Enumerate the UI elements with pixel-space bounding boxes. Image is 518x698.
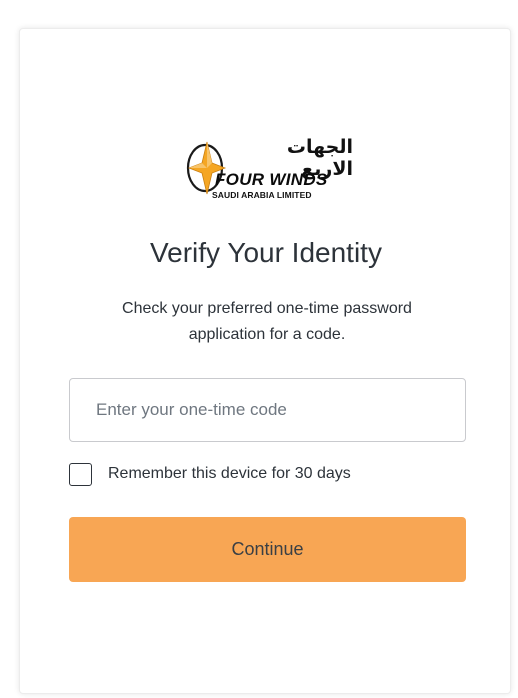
- continue-button[interactable]: Continue: [69, 517, 466, 582]
- page-description: Check your preferred one-time password a…: [122, 300, 412, 343]
- remember-device-option[interactable]: Remember this device for 30 days: [69, 461, 351, 487]
- company-logo: الجهات الاربع FOUR WINDS SAUDI ARABIA LI…: [185, 132, 355, 204]
- login-card: [19, 28, 511, 694]
- page: الجهات الاربع FOUR WINDS SAUDI ARABIA LI…: [0, 0, 518, 698]
- logo-brand-text: FOUR WINDS: [215, 170, 328, 189]
- remember-device-checkbox[interactable]: [69, 462, 92, 486]
- otp-code-input[interactable]: [70, 379, 465, 441]
- logo-subtitle: SAUDI ARABIA LIMITED: [212, 190, 312, 200]
- remember-device-label: Remember this device for 30 days: [108, 465, 351, 482]
- otp-code-field[interactable]: [69, 378, 466, 442]
- page-title: Verify Your Identity: [150, 237, 382, 268]
